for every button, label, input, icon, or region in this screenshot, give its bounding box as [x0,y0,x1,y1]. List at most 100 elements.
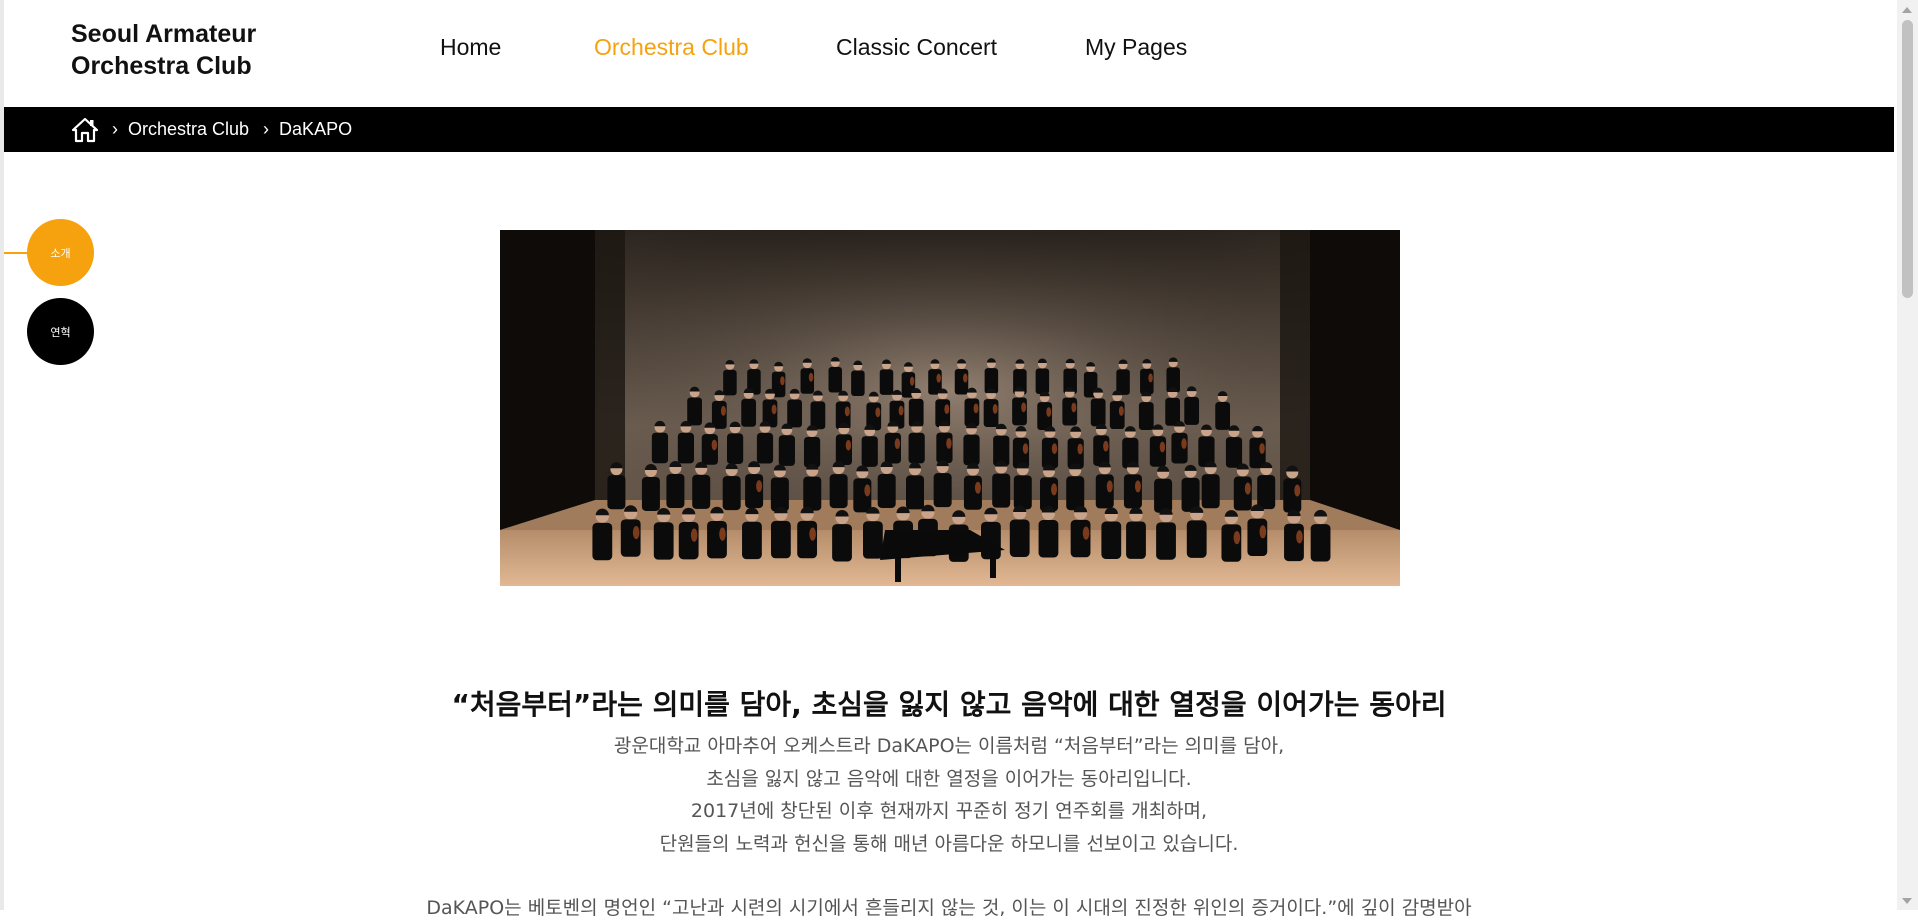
chevron-right-icon: › [112,119,118,139]
instrument [1051,443,1058,455]
musician-body [592,522,613,561]
instrument [946,437,952,449]
instrument [1103,440,1109,452]
chevron-right-icon: › [263,119,270,139]
instrument [632,525,640,540]
musician-body [722,476,741,511]
musician-body [770,477,789,512]
instrument [973,403,979,414]
musician-body [741,398,757,427]
instrument [720,405,726,416]
description-line: 광운대학교 아마추어 오케스트라 DaKAPO는 이름처럼 “처음부터”라는 의… [613,735,1285,757]
musician-body [1225,437,1243,468]
musician-body [832,524,852,562]
breadcrumb: › Orchestra Club › DaKAPO [4,107,1894,152]
musician-body [1184,397,1200,425]
musician-body [1013,475,1032,510]
musician-body [778,435,795,466]
vertical-scrollbar[interactable] [1897,0,1918,910]
breadcrumb-orchestra-club[interactable]: Orchestra Club [128,119,249,140]
instrument [711,439,718,451]
instrument [1294,484,1301,497]
instrument [719,527,726,541]
musician-body [1035,368,1050,394]
musician-body [742,521,762,560]
musician-body [863,521,883,559]
orchestra-photo-illustration [500,230,1400,586]
musician-body [1156,522,1176,560]
musician-body [677,432,695,464]
scroll-thumb[interactable] [1902,20,1913,298]
site-header: Seoul Armateur Orchestra Club Home Orche… [4,0,1894,107]
instrument [1233,530,1241,545]
instrument [944,404,950,415]
musician-body [687,397,702,426]
musician-body [933,473,952,508]
musician-body [828,366,843,393]
main-nav: Home Orchestra Club Classic Concert My P… [440,34,1205,61]
instrument [808,372,814,382]
nav-orchestra-club[interactable]: Orchestra Club [594,34,836,61]
instrument [780,376,785,386]
description-line: 2017년에 창단된 이후 현재까지 꾸준히 정기 연주회를 개최하며, [690,800,1208,822]
musician-body [756,432,774,464]
instrument [1181,438,1187,450]
instrument [1077,443,1083,455]
nav-home[interactable]: Home [440,34,594,61]
musician-body [1101,521,1122,559]
instrument [1259,443,1265,454]
instrument [1259,525,1267,539]
instrument [974,481,981,494]
instrument [1148,373,1153,383]
instrument [1159,441,1166,453]
musician-body [1038,520,1059,558]
musician-body [963,434,980,466]
musician-body [1126,521,1146,559]
instrument [809,527,816,541]
instrument [1118,406,1124,416]
musician-body [1310,524,1331,562]
home-icon[interactable] [71,117,99,143]
side-menu-intro[interactable]: 소개 [27,219,94,286]
nav-my-pages[interactable]: My Pages [1085,34,1205,61]
musician-body [803,476,822,511]
nav-classic-concert[interactable]: Classic Concert [836,34,1085,61]
side-menu-history[interactable]: 연혁 [27,298,94,365]
musician-body [906,475,925,510]
section-description: 광운대학교 아마추어 오케스트라 DaKAPO는 이름처럼 “처음부터”라는 의… [0,730,1898,860]
side-menu-indicator-line [4,252,28,254]
instrument [1082,526,1090,540]
instrument [845,439,852,451]
description-line: 단원들의 노력과 헌신을 통해 매년 아름다운 하모니를 선보이고 있습니다. [659,832,1239,855]
logo-line-1: Seoul Armateur [71,20,257,48]
instrument [1296,530,1303,544]
musician-body [879,369,894,395]
musician-body [666,474,685,509]
instrument [690,528,698,542]
section-description-continued: DaKAPO는 베토벤의 명언인 “고난과 시련의 시기에서 흔들리지 않는 것… [426,897,1472,919]
instrument [875,407,881,418]
musician-body [1009,519,1030,557]
instrument [1021,402,1027,413]
musician-body [829,474,848,509]
scroll-up-arrow-icon[interactable] [1902,7,1912,13]
instrument [864,484,871,497]
musician-body [803,436,821,468]
instrument [963,373,968,383]
instrument [1046,407,1052,417]
musician-body [641,476,660,511]
musician-body [1257,475,1276,510]
musician-body [1215,401,1231,430]
musician-body [908,432,925,464]
musician-body [1066,476,1085,511]
instrument [1051,483,1058,496]
musician-body [1090,398,1106,427]
site-logo[interactable]: Seoul Armateur Orchestra Club [71,18,256,82]
musician-body [877,473,896,508]
musician-body [726,433,744,464]
breadcrumb-dakapo[interactable]: DaKAPO [279,119,352,140]
musician-body [1138,402,1154,431]
scroll-down-arrow-icon[interactable] [1902,898,1912,904]
musician-body [851,370,865,397]
musician-body [787,399,802,428]
